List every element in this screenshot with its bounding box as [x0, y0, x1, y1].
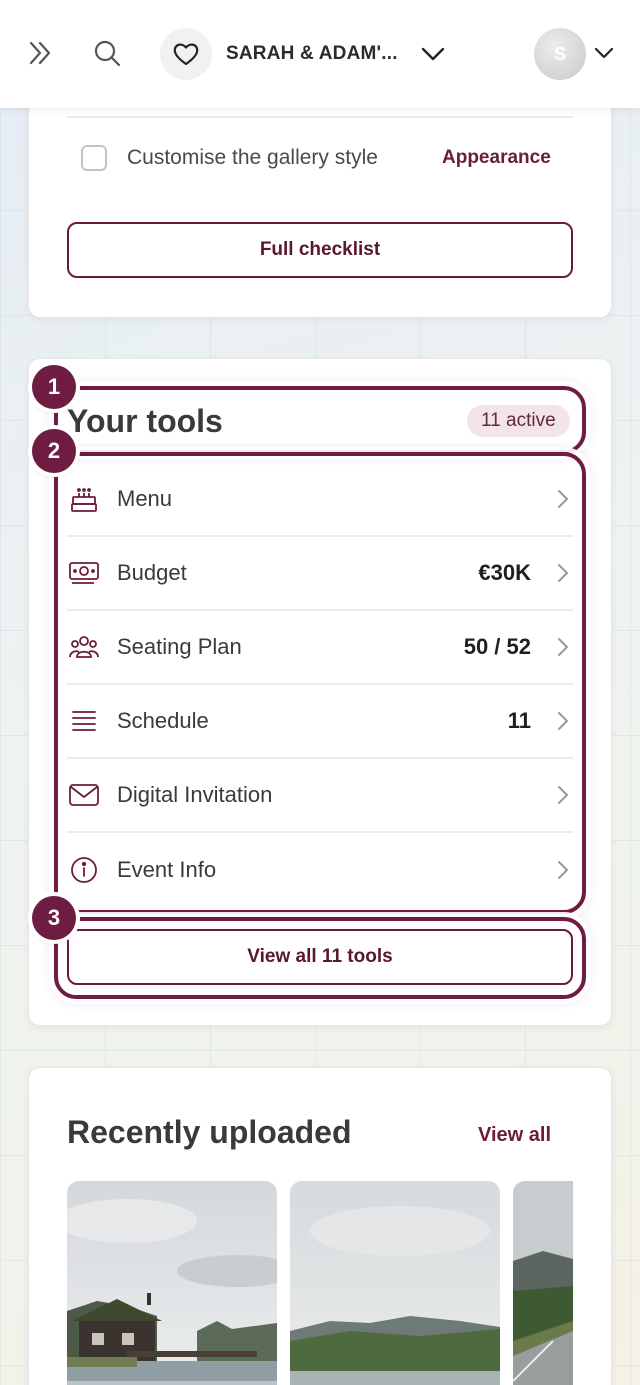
- tool-value: €30K: [478, 560, 531, 585]
- tool-row-budget[interactable]: Budget €30K: [67, 537, 573, 611]
- tool-row-menu[interactable]: Menu: [67, 463, 573, 537]
- tool-row-seating-plan[interactable]: Seating Plan 50 / 52: [67, 611, 573, 685]
- avatar[interactable]: S: [534, 28, 586, 80]
- chevron-down-icon[interactable]: [594, 42, 616, 64]
- chevron-right-icon: [553, 489, 573, 509]
- mountain-lake-photo[interactable]: [290, 1181, 500, 1385]
- cake-icon: [67, 482, 101, 516]
- tool-label: Schedule: [117, 708, 209, 733]
- chevron-right-icon: [553, 563, 573, 583]
- tool-row-event-info[interactable]: Event Info: [67, 833, 573, 907]
- tool-row-digital-invitation[interactable]: Digital Invitation: [67, 759, 573, 833]
- recent-uploads-card: Recently uploaded View all: [28, 1067, 612, 1385]
- checklist-checkbox[interactable]: [81, 145, 107, 171]
- full-checklist-button[interactable]: Full checklist: [67, 222, 573, 278]
- tool-label: Digital Invitation: [117, 782, 273, 807]
- double-chevron-right-icon[interactable]: [24, 36, 58, 70]
- chevron-right-icon: [553, 637, 573, 657]
- event-switcher[interactable]: SARAH & ADAM'...: [160, 28, 446, 80]
- chevron-right-icon: [553, 711, 573, 731]
- annotation-marker-1: 1: [32, 365, 76, 409]
- list-icon: [67, 704, 101, 738]
- divider: [67, 116, 573, 118]
- guests-icon: [67, 630, 101, 664]
- checklist-item-label: Customise the gallery style: [127, 146, 378, 169]
- chevron-right-icon: [553, 860, 573, 880]
- tool-value: 11: [507, 708, 531, 733]
- chevron-right-icon: [553, 785, 573, 805]
- tool-label: Budget: [117, 560, 187, 585]
- search-icon[interactable]: [90, 36, 124, 70]
- tool-list: Menu Budget €30K Seating Plan 50 / 52 Sc…: [67, 463, 573, 907]
- tool-value: 50 / 52: [463, 634, 531, 659]
- mountain-road-photo[interactable]: [513, 1181, 573, 1385]
- tool-label: Event Info: [117, 857, 217, 882]
- view-all-link[interactable]: View all: [478, 1124, 551, 1147]
- tool-row-schedule[interactable]: Schedule 11: [67, 685, 573, 759]
- checklist-card: Customise the gallery style Appearance F…: [28, 90, 612, 318]
- money-icon: [67, 556, 101, 590]
- annotation-marker-3: 3: [32, 896, 76, 940]
- chevron-down-icon: [420, 41, 446, 67]
- lakeside-cabin-photo[interactable]: [67, 1181, 277, 1385]
- event-name: SARAH & ADAM'...: [226, 43, 398, 64]
- top-bar: SARAH & ADAM'... S: [0, 0, 640, 108]
- heart-icon: [160, 28, 212, 80]
- tools-card: Your tools 11 active Menu Budget €30K Se…: [28, 358, 612, 1026]
- envelope-icon: [67, 778, 101, 812]
- tools-title: Your tools: [67, 403, 223, 439]
- annotation-marker-2: 2: [32, 429, 76, 473]
- view-all-tools-button[interactable]: View all 11 tools: [67, 929, 573, 985]
- info-icon: [67, 853, 101, 887]
- appearance-link[interactable]: Appearance: [442, 147, 551, 169]
- recent-uploads-title: Recently uploaded: [67, 1114, 352, 1150]
- active-count-badge: 11 active: [467, 405, 570, 437]
- tool-label: Seating Plan: [117, 634, 242, 659]
- tool-label: Menu: [117, 486, 173, 511]
